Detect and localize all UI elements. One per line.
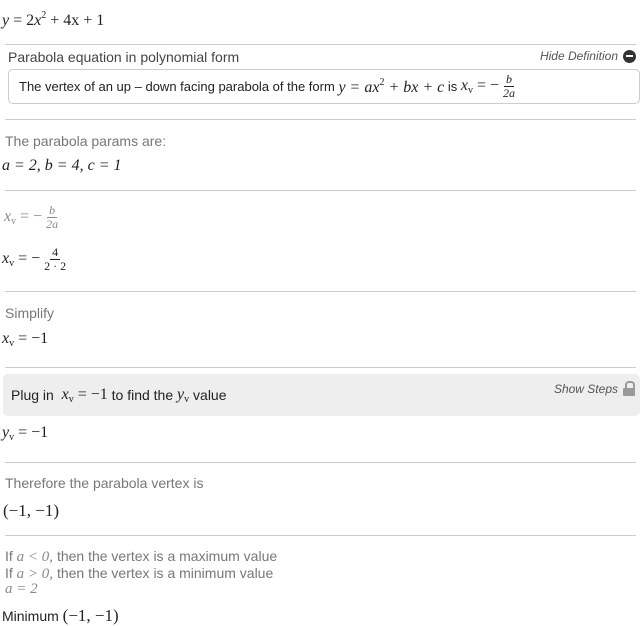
divider [5,291,636,292]
yv-result: yv = −1 [2,424,49,443]
hide-definition-button[interactable]: Hide Definition [540,49,636,63]
plug-text-2: to find the [111,387,174,403]
rule-line-1: If a < 0, then the vertex is a maximum v… [5,548,278,565]
vertex-label: Therefore the parabola vertex is [5,475,204,491]
vertex-value: (−1, −1) [3,501,59,520]
minimum-result: Minimum (−1, −1) [2,606,119,625]
show-steps-label: Show Steps [553,381,618,396]
rule-line-2: If a > 0, then the vertex is a minimum v… [5,565,274,582]
show-steps-button[interactable]: Show Steps [554,381,635,396]
plug-text-3: value [193,387,227,403]
params-label: The parabola params are: [5,133,167,149]
divider [5,44,636,45]
definition-header: Parabola equation in polynomial form [8,49,240,65]
divider [5,119,636,120]
plug-text: Plug in [11,387,54,403]
plug-xv: xv = −1 [61,385,108,405]
divider [5,367,636,368]
minus-circle-icon [623,49,636,63]
divider [5,190,636,191]
params-values: a = 2, b = 4, c = 1 [2,157,122,174]
lock-icon [623,381,635,396]
a-value: a = 2 [5,581,38,597]
divider [5,535,636,536]
vertex-substitution: xv = −4 2 · 2 [2,245,67,273]
definition-box: The vertex of an up – down facing parabo… [8,69,640,104]
main-equation: y = 2x2 + 4x + 1 [2,10,105,29]
hide-definition-label: Hide Definition [539,49,618,63]
vertex-formula-step: xv = − b 2a [4,203,59,231]
simplify-result: xv = −1 [2,330,49,349]
parabola-form: y = ax2 + bx + c [338,76,445,96]
plug-in-step: Plug in xv = −1 to find the yv value [3,374,640,416]
is-text: is [447,79,458,94]
vertex-formula: xv = − b 2a [460,72,516,100]
divider [5,462,636,463]
definition-text: The vertex of an up – down facing parabo… [19,79,335,94]
simplify-label: Simplify [5,305,55,321]
